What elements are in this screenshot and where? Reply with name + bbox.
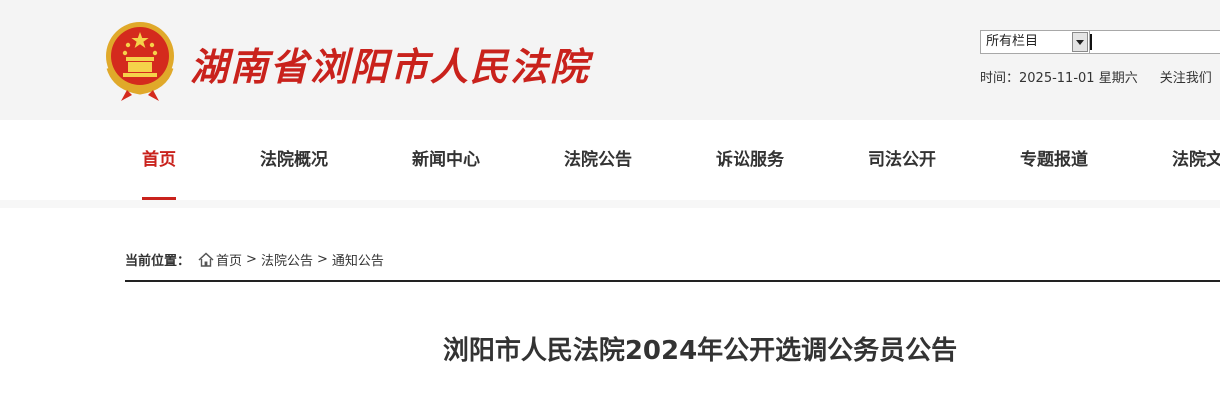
search-scope-value: 所有栏目 bbox=[986, 34, 1039, 49]
breadcrumb-item-home[interactable]: 首页 bbox=[216, 250, 242, 269]
nav-item-special-reports[interactable]: 专题报道 bbox=[1020, 120, 1088, 200]
nav-shadow-band bbox=[0, 200, 1220, 208]
dropdown-arrow-icon[interactable] bbox=[1072, 32, 1088, 52]
date-value: 2025-11-01 星期六 bbox=[1019, 71, 1138, 86]
breadcrumb-separator: > bbox=[246, 251, 257, 267]
breadcrumb-item-court-notices[interactable]: 法院公告 bbox=[261, 250, 313, 269]
main-nav: 首页 法院概况 新闻中心 法院公告 诉讼服务 司法公开 专题报道 法院文化 bbox=[0, 120, 1220, 200]
home-icon[interactable] bbox=[198, 251, 214, 267]
date-row: 时间：2025-11-01 星期六 关注我们 bbox=[980, 67, 1212, 86]
search-scope-select[interactable]: 所有栏目 bbox=[980, 30, 1090, 54]
breadcrumb-separator: > bbox=[316, 251, 328, 267]
breadcrumb-divider bbox=[125, 280, 1220, 282]
breadcrumb-item-notice-announcements[interactable]: 通知公告 bbox=[332, 250, 384, 269]
nav-item-court-culture[interactable]: 法院文化 bbox=[1172, 120, 1220, 200]
breadcrumb-label: 当前位置： bbox=[125, 253, 191, 269]
breadcrumb: 当前位置： 首页 > 法院公告 > 通知公告 bbox=[125, 249, 384, 269]
nav-item-news-center[interactable]: 新闻中心 bbox=[412, 120, 480, 200]
site-header: 湖南省浏阳市人民法院 所有栏目 时间：2025-11-01 星期六 关注我们 bbox=[0, 0, 1220, 120]
follow-us-link[interactable]: 关注我们 bbox=[1160, 71, 1212, 86]
nav-item-court-overview[interactable]: 法院概况 bbox=[260, 120, 328, 200]
search-input[interactable] bbox=[1089, 30, 1220, 54]
national-emblem-icon[interactable] bbox=[101, 18, 179, 102]
nav-item-court-notices[interactable]: 法院公告 bbox=[564, 120, 632, 200]
article-title: 浏阳市人民法院2024年公开选调公务员公告 bbox=[442, 336, 958, 366]
date-label: 时间： bbox=[980, 71, 1020, 86]
nav-item-judicial-openness[interactable]: 司法公开 bbox=[868, 120, 936, 200]
site-title[interactable]: 湖南省浏阳市人民法院 bbox=[190, 36, 590, 91]
nav-item-home[interactable]: 首页 bbox=[142, 120, 176, 200]
nav-item-litigation-service[interactable]: 诉讼服务 bbox=[716, 120, 784, 200]
